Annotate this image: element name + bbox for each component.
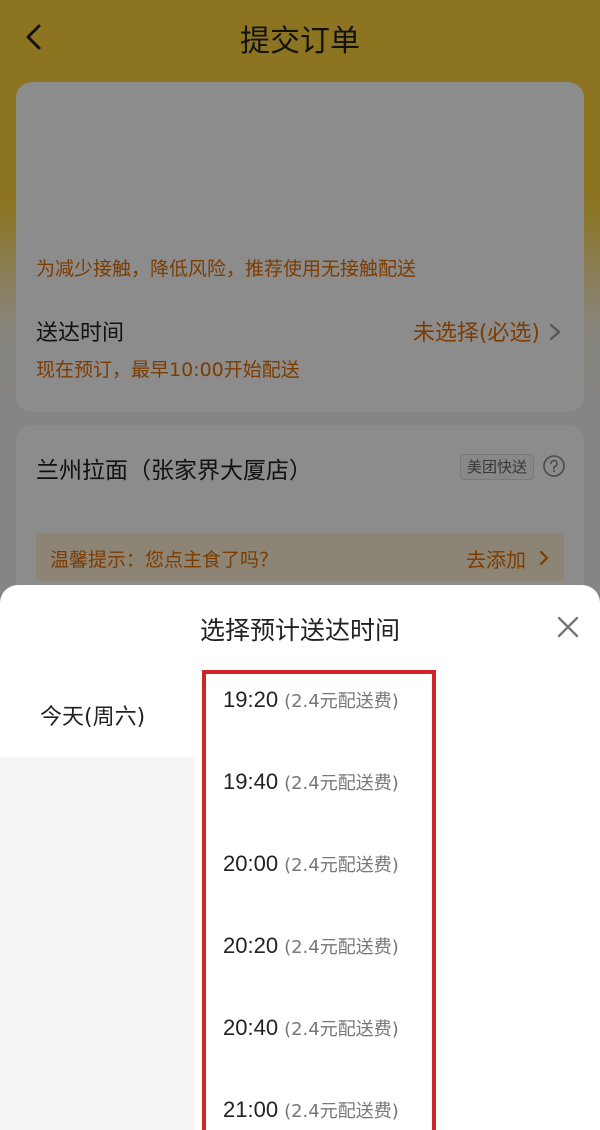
highlight-box — [202, 670, 436, 1130]
day-label: 今天(周六) — [40, 705, 146, 730]
close-icon[interactable] — [554, 613, 582, 641]
day-item-today[interactable]: 今天(周六) — [0, 667, 195, 757]
day-list: 今天(周六) — [0, 667, 195, 1130]
sheet-title: 选择预计送达时间 — [199, 616, 400, 645]
